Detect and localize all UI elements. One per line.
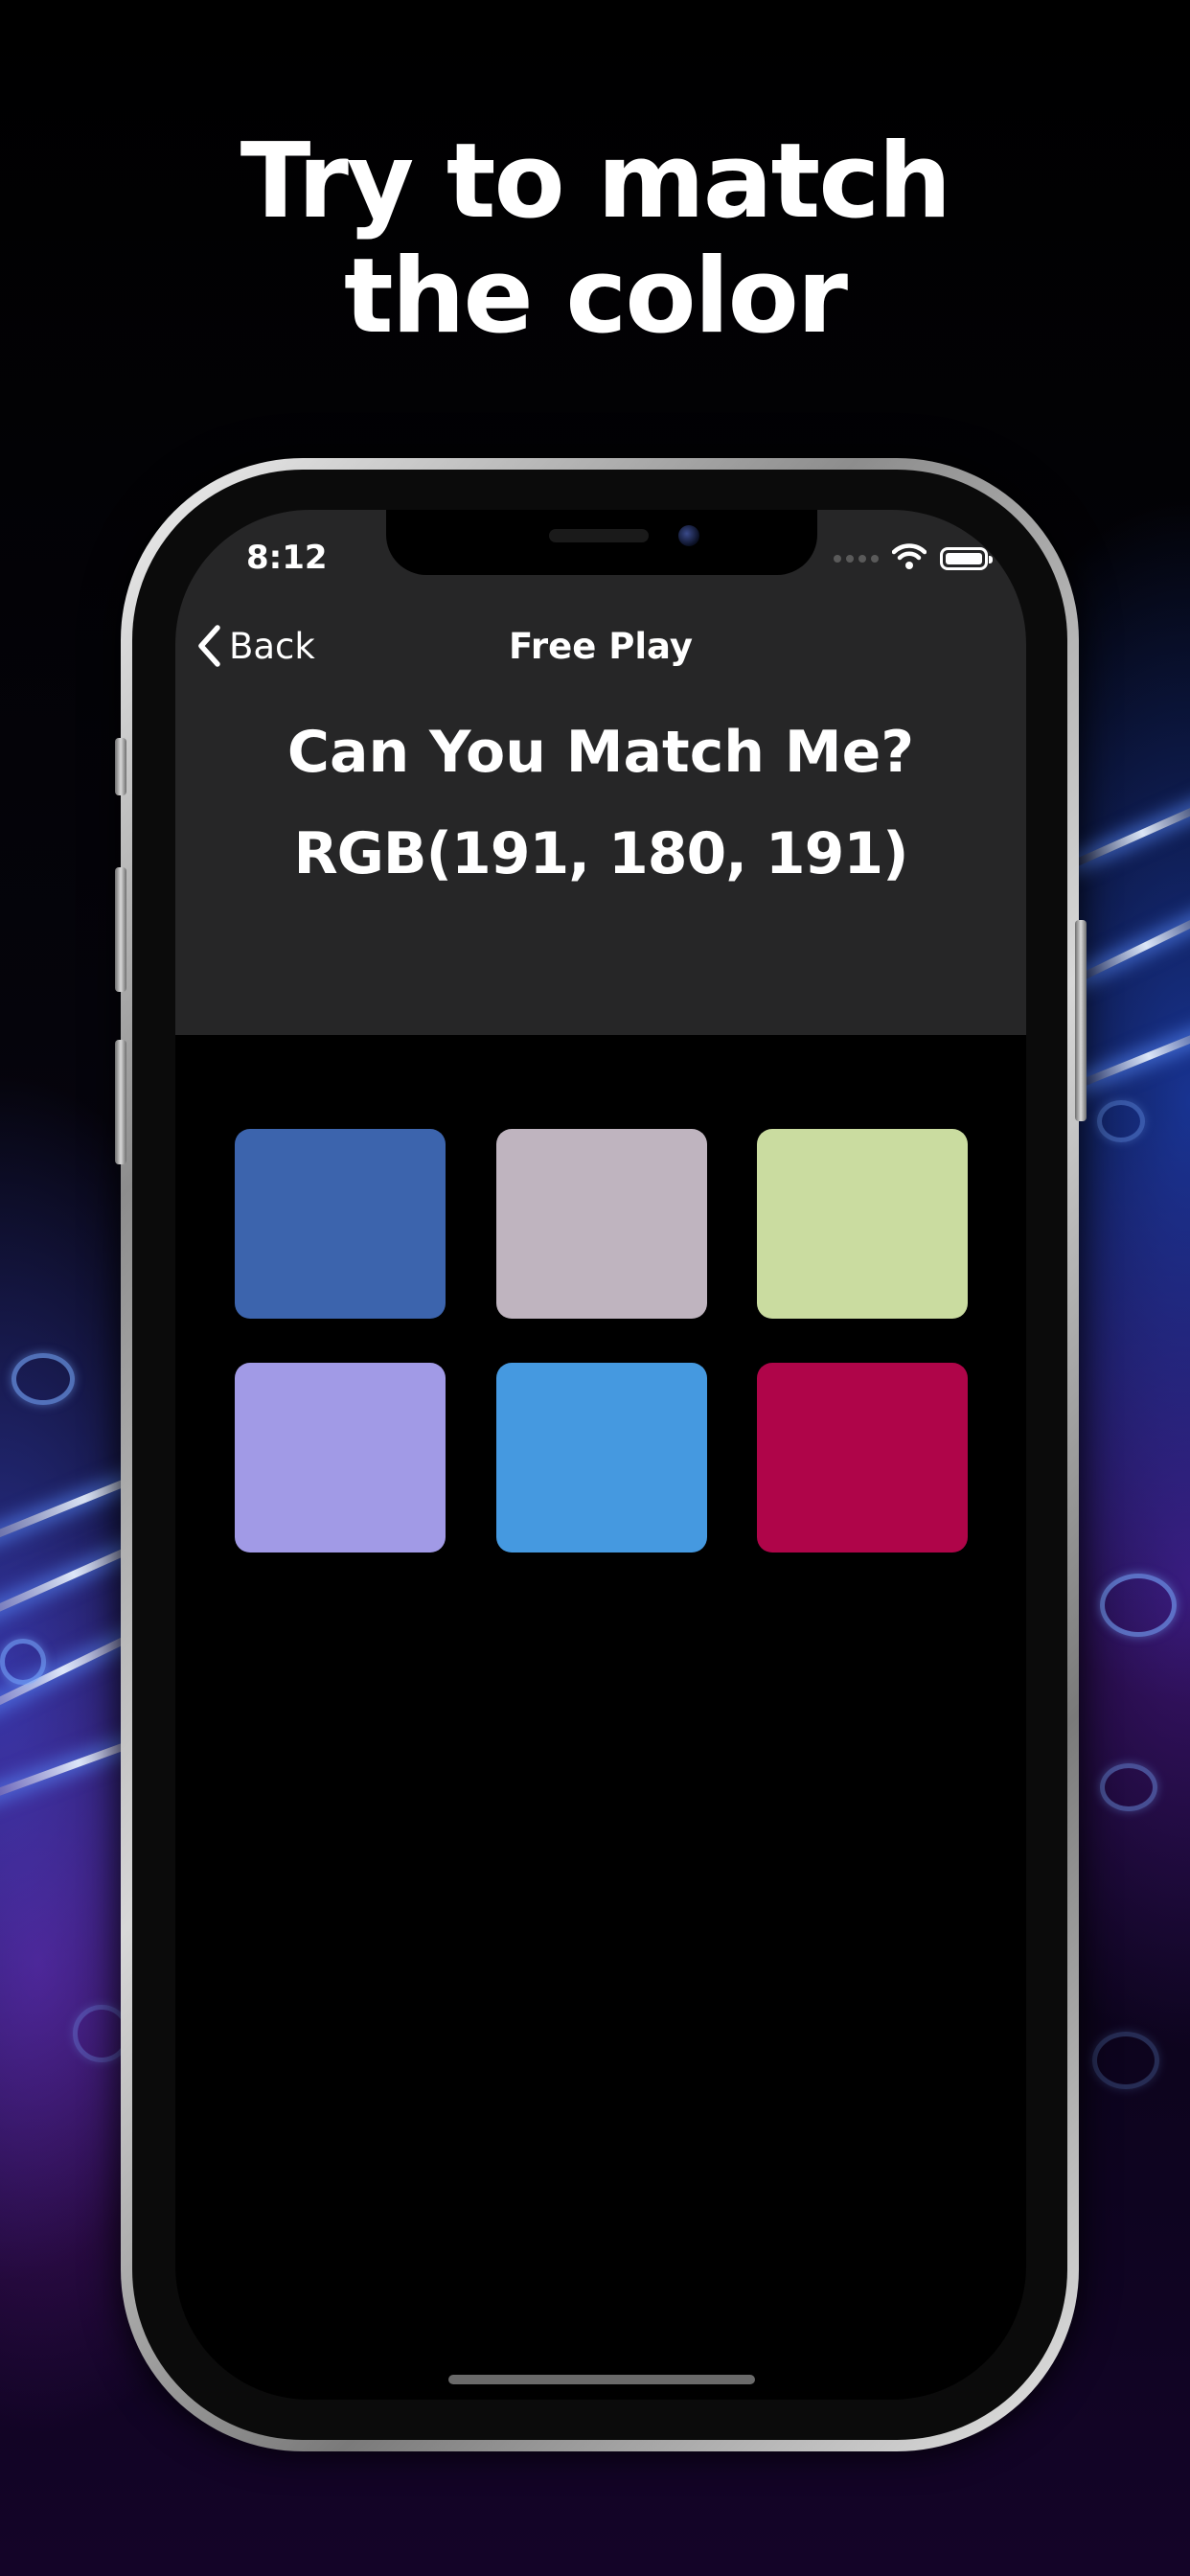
challenge-panel: Can You Match Me? RGB(191, 180, 191) (175, 692, 1026, 1035)
speaker-grille (549, 529, 649, 542)
phone-screen: 8:12 Back Free Play Can You Match Me? RG… (175, 510, 1026, 2400)
marketing-headline: Try to match the color (0, 125, 1190, 355)
headline-line-1: Try to match (240, 122, 951, 242)
color-swatch-5[interactable] (496, 1363, 707, 1552)
volume-down-button (115, 1040, 126, 1164)
color-swatch-4[interactable] (235, 1363, 446, 1552)
front-camera (678, 525, 699, 546)
decorative-ring (1092, 2032, 1159, 2089)
wifi-icon (891, 543, 927, 574)
back-button[interactable]: Back (196, 621, 315, 671)
navigation-bar: Back Free Play (175, 602, 1026, 693)
color-swatch-2[interactable] (496, 1129, 707, 1319)
target-rgb-value: RGB(191, 180, 191) (293, 820, 908, 887)
status-icons (834, 543, 993, 574)
chevron-left-icon (196, 624, 221, 668)
signal-icon (834, 555, 879, 563)
battery-icon (940, 547, 993, 570)
decorative-ring (1097, 1100, 1145, 1142)
power-button (1075, 920, 1087, 1121)
light-streak (1071, 906, 1190, 985)
volume-up-button (115, 867, 126, 992)
headline-line-2: the color (343, 237, 848, 356)
decorative-ring (11, 1353, 75, 1405)
light-streak (1066, 796, 1190, 870)
color-swatch-6[interactable] (757, 1363, 968, 1552)
status-time: 8:12 (246, 539, 328, 577)
color-swatch-3[interactable] (757, 1129, 968, 1319)
challenge-prompt: Can You Match Me? (286, 719, 915, 786)
decorative-ring (1100, 1574, 1177, 1637)
color-swatch-1[interactable] (235, 1129, 446, 1319)
back-label: Back (229, 625, 315, 667)
decorative-ring (1100, 1763, 1157, 1811)
decorative-ring (0, 1639, 46, 1685)
light-streak (1071, 1022, 1190, 1091)
notch (386, 510, 817, 575)
home-indicator[interactable] (448, 2375, 755, 2384)
silent-switch (115, 738, 126, 795)
